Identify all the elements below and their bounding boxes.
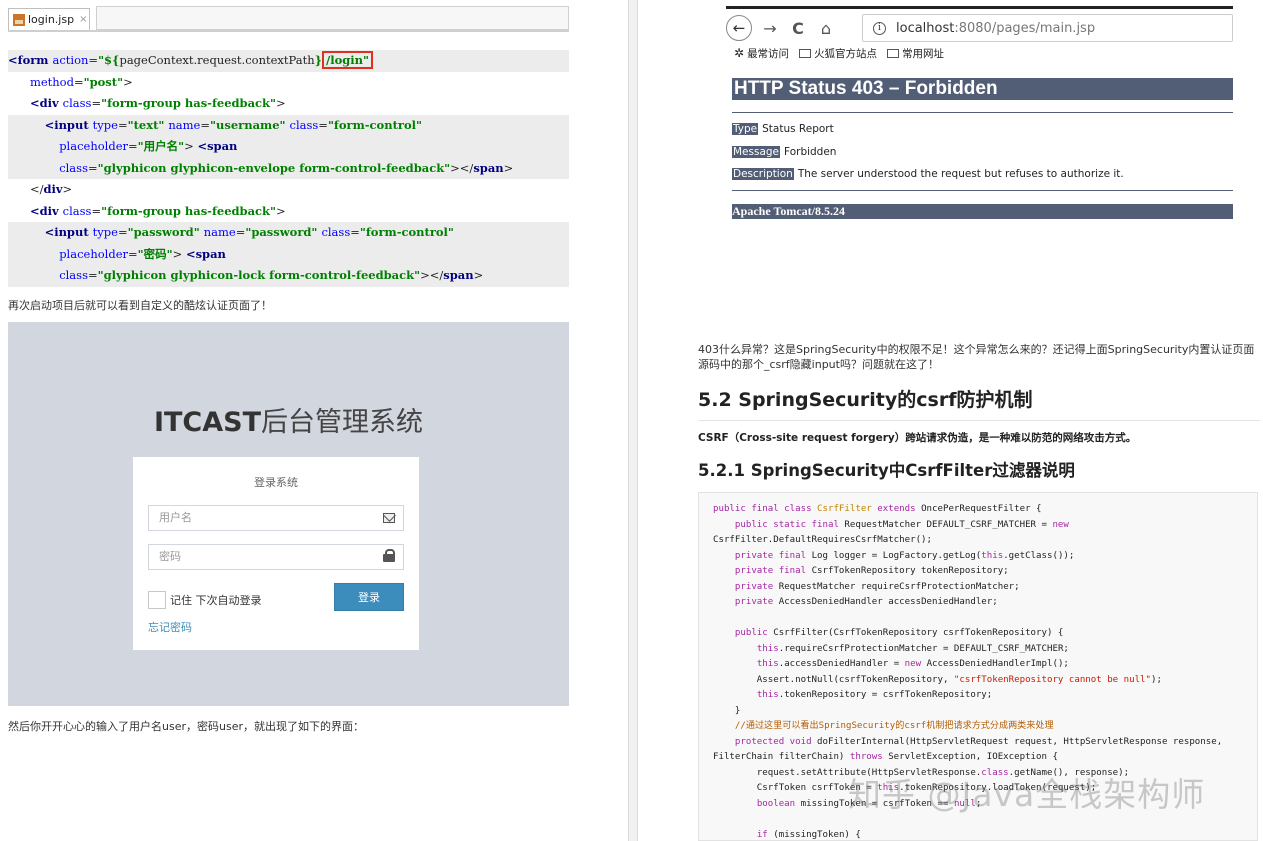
code-line: private AccessDeniedHandler accessDenied… — [734, 597, 998, 607]
code-line: placeholder="用户名"> <span — [8, 136, 569, 158]
info-icon[interactable]: i — [873, 21, 886, 35]
code-line: class="glyphicon glyphicon-envelope form… — [8, 157, 569, 179]
code-line: protected void doFilterInternal(HttpServ… — [734, 736, 1223, 747]
code-line: Assert.notNull(csrfTokenRepository, "csr… — [713, 674, 1162, 685]
forward-icon[interactable]: → — [758, 16, 782, 40]
csrf-definition: CSRF（Cross-site request forgery）跨站请求伪造，是… — [698, 432, 1137, 444]
code-line: public static final RequestMatcher DEFAU… — [734, 519, 1069, 530]
login-title-rest: 后台管理系统 — [261, 407, 424, 438]
url-bar[interactable]: i localhost:8080/pages/main.jsp — [862, 14, 1233, 42]
login-title-brand: ITCAST — [153, 407, 262, 438]
remember-checkbox[interactable] — [148, 591, 166, 609]
tomcat-value: Status Report — [762, 123, 834, 135]
bookmark-label: 火狐官方站点 — [814, 47, 878, 60]
code-line: method="post"> — [29, 74, 133, 89]
tomcat-row-description: Description The server understood the re… — [732, 168, 1124, 180]
code-line: <div class="form-group has-feedback"> — [29, 203, 286, 218]
gear-icon: ✲ — [734, 46, 745, 60]
page-divider — [628, 0, 638, 841]
code-line: class="glyphicon glyphicon-lock form-con… — [8, 265, 569, 287]
bookmarks-bar: ✲ 最常访问 火狐官方站点 常用网址 — [734, 44, 944, 62]
browser-nav-bar: ← → C ⌂ i localhost:8080/pages/main.jsp — [726, 14, 1233, 42]
code-line: CsrfFilter.DefaultRequiresCsrfMatcher(); — [713, 535, 932, 545]
tomcat-key: Type — [732, 123, 759, 135]
jsp-code-block: <form action="${pageContext.request.cont… — [8, 50, 569, 287]
code-line: } — [713, 705, 741, 716]
bookmark-most-visited[interactable]: ✲ 最常访问 — [734, 46, 789, 61]
login-button[interactable]: 登录 — [334, 583, 404, 611]
code-line: if (missingToken) { — [756, 829, 861, 840]
envelope-icon — [383, 513, 395, 523]
folder-icon — [887, 48, 900, 58]
section-heading-csrf: 5.2 SpringSecurity的csrf防护机制 — [698, 385, 1260, 421]
browser-top-border — [726, 6, 1233, 9]
login-card-title: 登录系统 — [254, 476, 298, 489]
tomcat-row-message: Message Forbidden — [732, 146, 836, 158]
username-field[interactable]: 用户名 — [148, 505, 404, 531]
folder-icon — [799, 48, 812, 58]
code-line: this.accessDeniedHandler = new AccessDen… — [756, 659, 1069, 669]
password-field[interactable]: 密码 — [148, 544, 404, 570]
username-placeholder: 用户名 — [159, 511, 192, 524]
tomcat-key: Message — [732, 146, 781, 158]
zhihu-watermark: 知乎 @Java全栈架构师 — [848, 775, 1206, 814]
editor-tab-login-jsp[interactable]: login.jsp × — [8, 8, 90, 30]
close-icon[interactable]: × — [79, 14, 87, 25]
editor-tab-label: login.jsp — [28, 13, 75, 26]
code-line: //通过这里可以看出SpringSecurity的csrf机制把请求方式分成两类… — [734, 721, 1054, 731]
tab-bar-empty — [96, 6, 569, 30]
tomcat-divider — [732, 190, 1233, 191]
code-line: this.requireCsrfProtectionMatcher = DEFA… — [756, 643, 1069, 654]
paragraph-restart: 再次启动项目后就可以看到自定义的酷炫认证页面了！ — [8, 299, 272, 312]
browser-screenshot: ← → C ⌂ i localhost:8080/pages/main.jsp … — [726, 6, 1233, 266]
code-line: private final Log logger = LogFactory.ge… — [734, 550, 1075, 561]
code-line: private final CsrfTokenRepository tokenR… — [734, 566, 1009, 576]
back-icon[interactable]: ← — [726, 15, 752, 41]
url-path: :8080/pages/main.jsp — [954, 20, 1096, 36]
forgot-password-link[interactable]: 忘记密码 — [148, 619, 192, 635]
paragraph-login-attempt: 然后你开开心心的输入了用户名user，密码user，就出现了如下的界面： — [8, 720, 364, 733]
tomcat-key: Description — [732, 168, 794, 180]
tomcat-divider — [732, 112, 1233, 113]
paragraph-403-explained: 403什么异常？这是SpringSecurity中的权限不足！这个异常怎么来的？… — [698, 343, 1255, 371]
login-system-title: ITCAST后台管理系统 — [8, 400, 569, 439]
code-line: placeholder="密码"> <span — [8, 243, 569, 265]
remember-label: 记住 下次自动登录 — [170, 594, 262, 607]
password-placeholder: 密码 — [159, 550, 181, 563]
code-line: FilterChain filterChain) throws ServletE… — [713, 752, 1058, 762]
code-line: private RequestMatcher requireCsrfProtec… — [734, 581, 1020, 592]
code-line: <input type="password" name="password" c… — [8, 222, 569, 244]
code-line: <form action="${pageContext.request.cont… — [8, 50, 569, 72]
http-status-heading: HTTP Status 403 – Forbidden — [732, 78, 1233, 100]
subsection-heading-csrffilter: 5.2.1 SpringSecurity中CsrfFilter过滤器说明 — [698, 461, 1075, 480]
reload-icon[interactable]: C — [786, 16, 810, 40]
left-page: login.jsp × <form action="${pageContext.… — [0, 0, 630, 841]
bookmark-firefox-site[interactable]: 火狐官方站点 — [799, 46, 877, 61]
login-action-highlight: /login" — [322, 51, 374, 69]
login-card: 登录系统 用户名 密码 记住 下次自动登录 登录 忘记密码 — [133, 457, 419, 650]
right-page: ← → C ⌂ i localhost:8080/pages/main.jsp … — [638, 0, 1263, 841]
tomcat-value: The server understood the request but re… — [797, 168, 1124, 180]
editor-tab-bar: login.jsp × — [8, 6, 569, 32]
lock-icon — [383, 549, 395, 562]
code-line: public final class CsrfFilter extends On… — [713, 504, 1042, 514]
code-line: public CsrfFilter(CsrfTokenRepository cs… — [734, 628, 1064, 638]
remember-me[interactable]: 记住 下次自动登录 — [148, 591, 262, 609]
bookmark-label: 最常访问 — [747, 47, 790, 60]
code-line: <input type="text" name="username" class… — [8, 114, 569, 136]
tomcat-row-type: Type Status Report — [732, 123, 834, 135]
bookmark-common-sites[interactable]: 常用网址 — [887, 46, 944, 61]
login-page-screenshot: ITCAST后台管理系统 登录系统 用户名 密码 记住 下次自动登录 登录 忘记… — [8, 322, 569, 706]
code-line: </div> — [29, 182, 73, 196]
code-line: <div class="form-group has-feedback"> — [29, 96, 286, 110]
jsp-file-icon — [13, 13, 25, 26]
home-icon[interactable]: ⌂ — [814, 16, 838, 40]
code-line: this.tokenRepository = csrfTokenReposito… — [756, 690, 993, 700]
url-host: localhost — [896, 20, 955, 36]
tomcat-value: Forbidden — [784, 146, 837, 158]
tomcat-version-footer: Apache Tomcat/8.5.24 — [732, 204, 1233, 219]
bookmark-label: 常用网址 — [902, 47, 945, 60]
